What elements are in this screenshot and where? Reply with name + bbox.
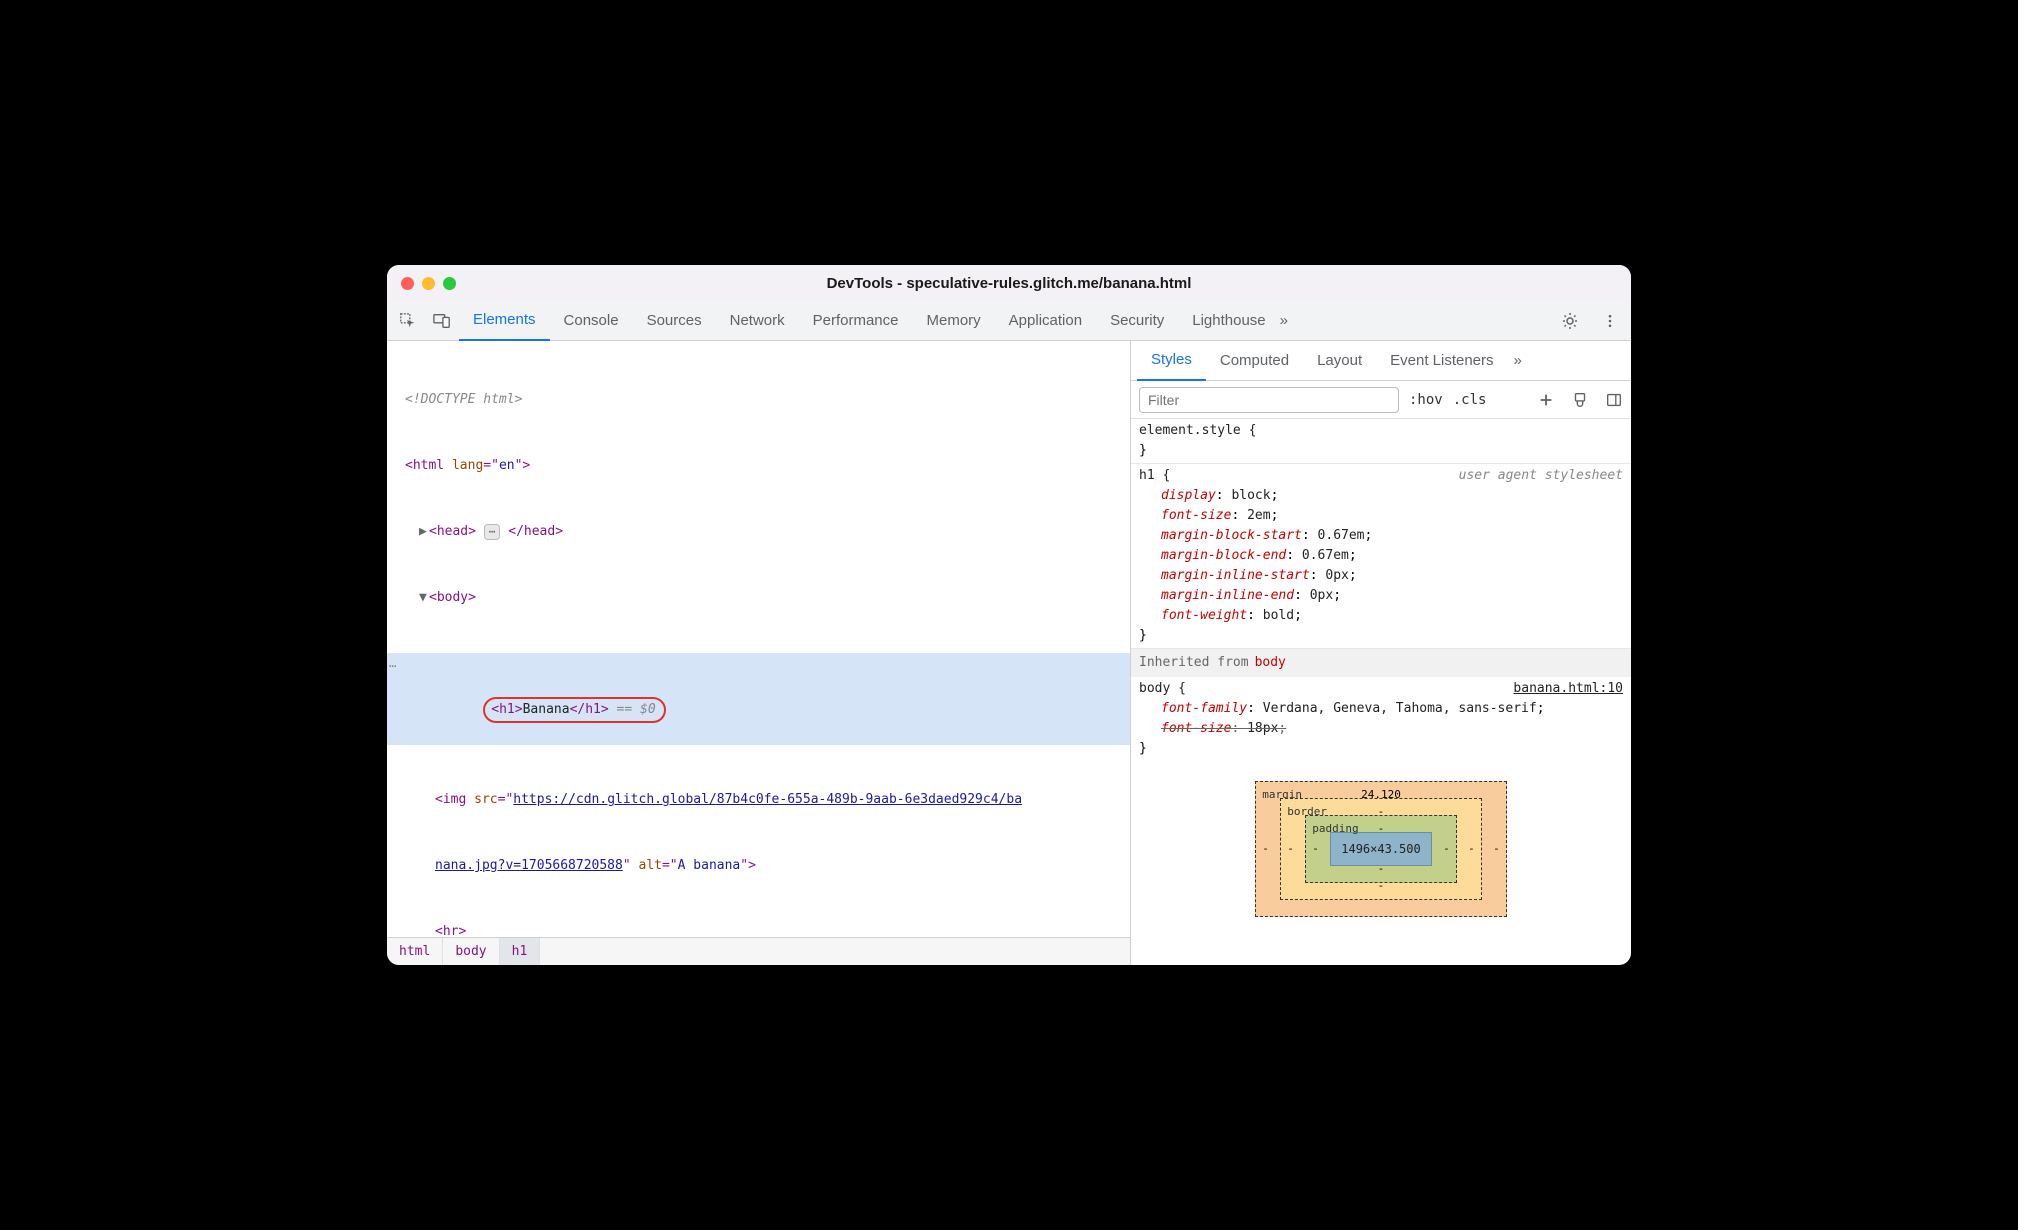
hov-toggle[interactable]: :hov	[1409, 392, 1443, 408]
styles-filter-row: :hov .cls	[1131, 381, 1631, 419]
styles-body[interactable]: element.style { } h1 {user agent stylesh…	[1131, 419, 1631, 965]
stab-layout[interactable]: Layout	[1303, 341, 1376, 381]
cls-toggle[interactable]: .cls	[1453, 392, 1487, 408]
ellipsis-icon[interactable]: ⋯	[484, 524, 501, 540]
tab-lighthouse[interactable]: Lighthouse	[1178, 301, 1279, 341]
highlight-circle: <h1>Banana</h1> == $0	[483, 697, 665, 723]
device-toolbar-icon[interactable]	[431, 310, 453, 332]
crumb-h1[interactable]: h1	[500, 938, 541, 965]
dom-breadcrumb: html body h1	[387, 937, 1130, 965]
dom-panel: <!DOCTYPE html> <html lang="en"> ▶<head>…	[387, 341, 1131, 965]
expand-arrow-icon[interactable]: ▶	[419, 521, 429, 543]
gutter-dots-icon[interactable]: ⋯	[389, 655, 397, 677]
kebab-menu-icon[interactable]	[1599, 310, 1621, 332]
img-src-link-cont[interactable]: nana.jpg?v=1705668720588	[435, 858, 623, 873]
source-link[interactable]: banana.html:10	[1513, 679, 1623, 699]
main-tabs: Elements Console Sources Network Perform…	[459, 301, 1559, 341]
tab-sources[interactable]: Sources	[633, 301, 716, 341]
dom-tree[interactable]: <!DOCTYPE html> <html lang="en"> ▶<head>…	[387, 341, 1130, 937]
stab-styles[interactable]: Styles	[1137, 341, 1206, 381]
crumb-html[interactable]: html	[387, 938, 443, 965]
styles-panel: Styles Computed Layout Event Listeners »…	[1131, 341, 1631, 965]
h1-rule[interactable]: h1 {user agent stylesheet display: block…	[1131, 464, 1631, 649]
panel-toggle-icon[interactable]	[1605, 391, 1623, 409]
tab-security[interactable]: Security	[1096, 301, 1178, 341]
more-tabs-icon[interactable]: »	[1280, 312, 1288, 329]
selected-dom-node[interactable]: ⋯ <h1>Banana</h1> == $0	[387, 653, 1130, 745]
box-model-diagram[interactable]: margin 24.120 - - border - - - -	[1131, 761, 1631, 917]
content-area: <!DOCTYPE html> <html lang="en"> ▶<head>…	[387, 341, 1631, 965]
tab-console[interactable]: Console	[550, 301, 633, 341]
tab-elements[interactable]: Elements	[459, 301, 550, 341]
window-title: DevTools - speculative-rules.glitch.me/b…	[387, 275, 1631, 292]
tab-network[interactable]: Network	[716, 301, 799, 341]
inherited-from-bar: Inherited from body	[1131, 649, 1631, 677]
more-tabs-icon[interactable]: »	[1508, 352, 1528, 369]
tab-performance[interactable]: Performance	[799, 301, 913, 341]
devtools-window: DevTools - speculative-rules.glitch.me/b…	[387, 265, 1631, 965]
titlebar: DevTools - speculative-rules.glitch.me/b…	[387, 265, 1631, 301]
tab-application[interactable]: Application	[995, 301, 1096, 341]
stab-event-listeners[interactable]: Event Listeners	[1376, 341, 1507, 381]
inspect-element-icon[interactable]	[397, 310, 419, 332]
crumb-body[interactable]: body	[443, 938, 499, 965]
stab-computed[interactable]: Computed	[1206, 341, 1303, 381]
paint-bucket-icon[interactable]	[1571, 391, 1589, 409]
filter-input[interactable]	[1139, 387, 1399, 413]
ua-stylesheet-label: user agent stylesheet	[1459, 466, 1623, 486]
doctype-node[interactable]: <!DOCTYPE html>	[405, 392, 522, 407]
body-rule[interactable]: body {banana.html:10 font-family: Verdan…	[1131, 677, 1631, 761]
img-src-link[interactable]: https://cdn.glitch.global/87b4c0fe-655a-…	[513, 792, 1022, 807]
tab-memory[interactable]: Memory	[913, 301, 995, 341]
settings-icon[interactable]	[1559, 310, 1581, 332]
new-style-rule-icon[interactable]	[1537, 391, 1555, 409]
main-tabbar: Elements Console Sources Network Perform…	[387, 301, 1631, 341]
element-style-rule[interactable]: element.style { }	[1131, 419, 1631, 464]
styles-tabbar: Styles Computed Layout Event Listeners »	[1131, 341, 1631, 381]
collapse-arrow-icon[interactable]: ▼	[419, 587, 429, 609]
